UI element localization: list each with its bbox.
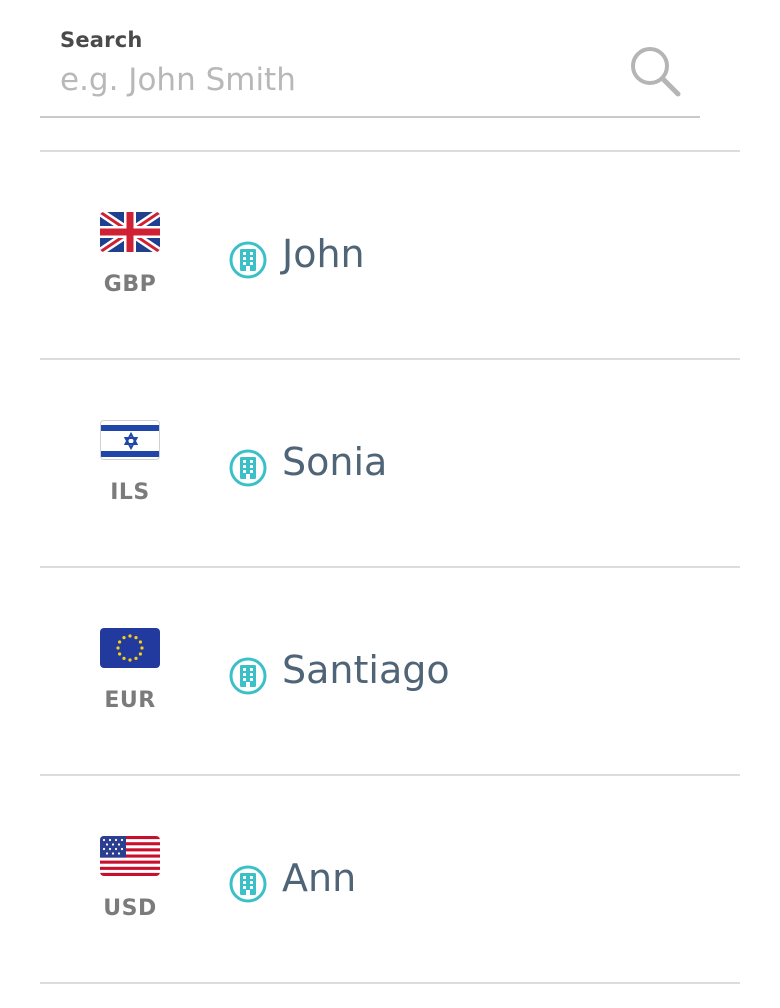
contact-list: GBP John ILS Sonia EUR Santiago USD Ann xyxy=(40,150,740,984)
contact-name: Ann xyxy=(282,856,357,900)
currency-code: ILS xyxy=(110,480,150,505)
building-icon xyxy=(228,448,268,488)
search-bar: Search xyxy=(40,22,700,118)
building-icon xyxy=(228,656,268,696)
search-input[interactable] xyxy=(60,58,620,102)
us-flag-icon xyxy=(100,836,160,876)
search-label: Search xyxy=(60,28,143,52)
uk-flag-icon xyxy=(100,212,160,252)
currency-code: GBP xyxy=(103,272,157,297)
eu-flag-icon xyxy=(100,628,160,668)
search-icon[interactable] xyxy=(628,44,684,100)
building-icon xyxy=(228,864,268,904)
israel-flag-icon xyxy=(100,420,160,460)
contact-name: Sonia xyxy=(282,440,388,484)
contact-row[interactable]: EUR Santiago xyxy=(40,568,740,776)
currency-code: USD xyxy=(103,896,157,921)
contact-row[interactable]: ILS Sonia xyxy=(40,360,740,568)
contact-name: Santiago xyxy=(282,648,450,692)
contact-name: John xyxy=(282,232,365,276)
currency-code: EUR xyxy=(104,688,156,713)
building-icon xyxy=(228,240,268,280)
contact-row[interactable]: GBP John xyxy=(40,152,740,360)
contact-row[interactable]: USD Ann xyxy=(40,776,740,984)
